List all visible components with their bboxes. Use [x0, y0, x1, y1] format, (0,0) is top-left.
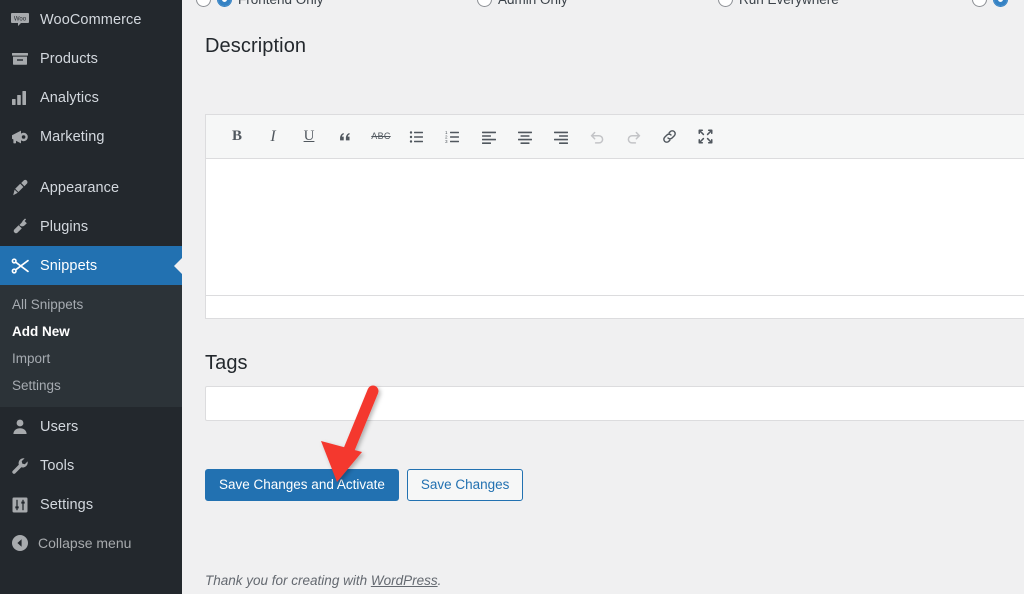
- woo-icon: Woo: [10, 10, 38, 30]
- editor-content-area[interactable]: [206, 159, 1024, 295]
- sidebar-item-woocommerce[interactable]: Woo WooCommerce: [0, 0, 182, 39]
- tags-input[interactable]: [205, 386, 1024, 421]
- sidebar-item-tools[interactable]: Tools: [0, 446, 182, 485]
- radio-dot-unchecked[interactable]: [972, 0, 987, 7]
- strikethrough-icon[interactable]: ABC: [363, 122, 399, 152]
- admin-content-area: Frontend Only Admin Only Run Everywhere …: [182, 0, 1024, 594]
- bold-icon[interactable]: B: [219, 122, 255, 152]
- editor-toolbar: B I U ABC 1 2 3: [206, 115, 1024, 159]
- products-icon: [10, 49, 38, 69]
- save-changes-button[interactable]: Save Changes: [406, 469, 524, 501]
- current-menu-arrow-icon: [174, 256, 182, 275]
- radio-label: Run Everywhere: [739, 0, 839, 7]
- radio-label: Frontend Only: [238, 0, 324, 7]
- admin-footer: Thank you for creating with WordPress.: [205, 573, 441, 588]
- align-center-icon[interactable]: [507, 122, 543, 152]
- wrench-icon: [10, 456, 38, 476]
- radio-option-run-once[interactable]: [972, 0, 1008, 7]
- fullscreen-icon[interactable]: [687, 122, 723, 152]
- redo-icon[interactable]: [615, 122, 651, 152]
- appearance-icon: [10, 178, 38, 198]
- form-action-buttons: Save Changes and Activate Save Changes: [205, 469, 524, 501]
- collapse-menu-button[interactable]: Collapse menu: [0, 524, 182, 562]
- settings-sliders-icon: [10, 495, 38, 515]
- underline-icon[interactable]: U: [291, 122, 327, 152]
- save-changes-and-activate-button[interactable]: Save Changes and Activate: [205, 469, 399, 501]
- wordpress-link[interactable]: WordPress: [371, 573, 438, 588]
- radio-label: Admin Only: [498, 0, 568, 7]
- sidebar-item-snippets[interactable]: Snippets: [0, 246, 182, 285]
- sidebar-item-analytics[interactable]: Analytics: [0, 78, 182, 117]
- users-icon: [10, 417, 38, 437]
- analytics-icon: [10, 88, 38, 108]
- radio-option-admin-only[interactable]: Admin Only: [477, 0, 568, 7]
- submenu-item-add-new[interactable]: Add New: [0, 318, 182, 345]
- svg-text:3: 3: [445, 139, 448, 144]
- sidebar-item-products[interactable]: Products: [0, 39, 182, 78]
- description-heading: Description: [205, 35, 307, 57]
- footer-suffix: .: [437, 573, 442, 588]
- radio-dot-checked[interactable]: [217, 0, 232, 7]
- editor-status-bar: [206, 295, 1024, 318]
- wordpress-admin-screen: Woo WooCommerce Products Analytics Marke…: [0, 0, 1024, 594]
- sidebar-item-label: Tools: [40, 457, 75, 474]
- radio-option-run-everywhere[interactable]: Run Everywhere: [718, 0, 839, 7]
- sidebar-separator: [0, 156, 182, 168]
- sidebar-item-label: Plugins: [40, 218, 89, 235]
- radio-option-frontend-only[interactable]: Frontend Only: [196, 0, 324, 7]
- plugins-icon: [10, 217, 38, 237]
- sidebar-item-settings[interactable]: Settings: [0, 485, 182, 524]
- align-left-icon[interactable]: [471, 122, 507, 152]
- scissors-icon: [10, 256, 38, 276]
- admin-sidebar: Woo WooCommerce Products Analytics Marke…: [0, 0, 182, 594]
- marketing-icon: [10, 127, 38, 147]
- sidebar-item-label: Analytics: [40, 89, 99, 106]
- align-right-icon[interactable]: [543, 122, 579, 152]
- sidebar-item-marketing[interactable]: Marketing: [0, 117, 182, 156]
- scope-radio-row: Frontend Only Admin Only Run Everywhere: [182, 0, 1024, 10]
- sidebar-item-label: Settings: [40, 496, 94, 513]
- italic-icon[interactable]: I: [255, 122, 291, 152]
- footer-prefix: Thank you for creating with: [205, 573, 371, 588]
- svg-text:Woo: Woo: [14, 16, 27, 22]
- radio-dot-unchecked[interactable]: [718, 0, 733, 7]
- collapse-arrow-icon: [10, 533, 38, 553]
- link-icon[interactable]: [651, 122, 687, 152]
- tags-heading: Tags: [205, 352, 248, 374]
- submenu-item-settings[interactable]: Settings: [0, 372, 182, 399]
- sidebar-item-label: Snippets: [40, 257, 98, 274]
- submenu-item-all-snippets[interactable]: All Snippets: [0, 291, 182, 318]
- sidebar-item-label: Appearance: [40, 179, 120, 196]
- sidebar-item-users[interactable]: Users: [0, 407, 182, 446]
- collapse-menu-label: Collapse menu: [38, 535, 132, 551]
- sidebar-item-label: Users: [40, 418, 79, 435]
- sidebar-item-label: Products: [40, 50, 99, 67]
- radio-dot-unchecked[interactable]: [196, 0, 211, 7]
- description-editor[interactable]: B I U ABC 1 2 3: [205, 114, 1024, 319]
- bulleted-list-icon[interactable]: [399, 122, 435, 152]
- numbered-list-icon[interactable]: 1 2 3: [435, 122, 471, 152]
- radio-dot-checked[interactable]: [993, 0, 1008, 7]
- sidebar-item-label: Marketing: [40, 128, 105, 145]
- undo-icon[interactable]: [579, 122, 615, 152]
- sidebar-item-appearance[interactable]: Appearance: [0, 168, 182, 207]
- sidebar-item-label: WooCommerce: [40, 11, 142, 28]
- radio-dot-unchecked[interactable]: [477, 0, 492, 7]
- blockquote-icon[interactable]: [327, 122, 363, 152]
- sidebar-item-plugins[interactable]: Plugins: [0, 207, 182, 246]
- snippets-submenu: All Snippets Add New Import Settings: [0, 285, 182, 407]
- submenu-item-import[interactable]: Import: [0, 345, 182, 372]
